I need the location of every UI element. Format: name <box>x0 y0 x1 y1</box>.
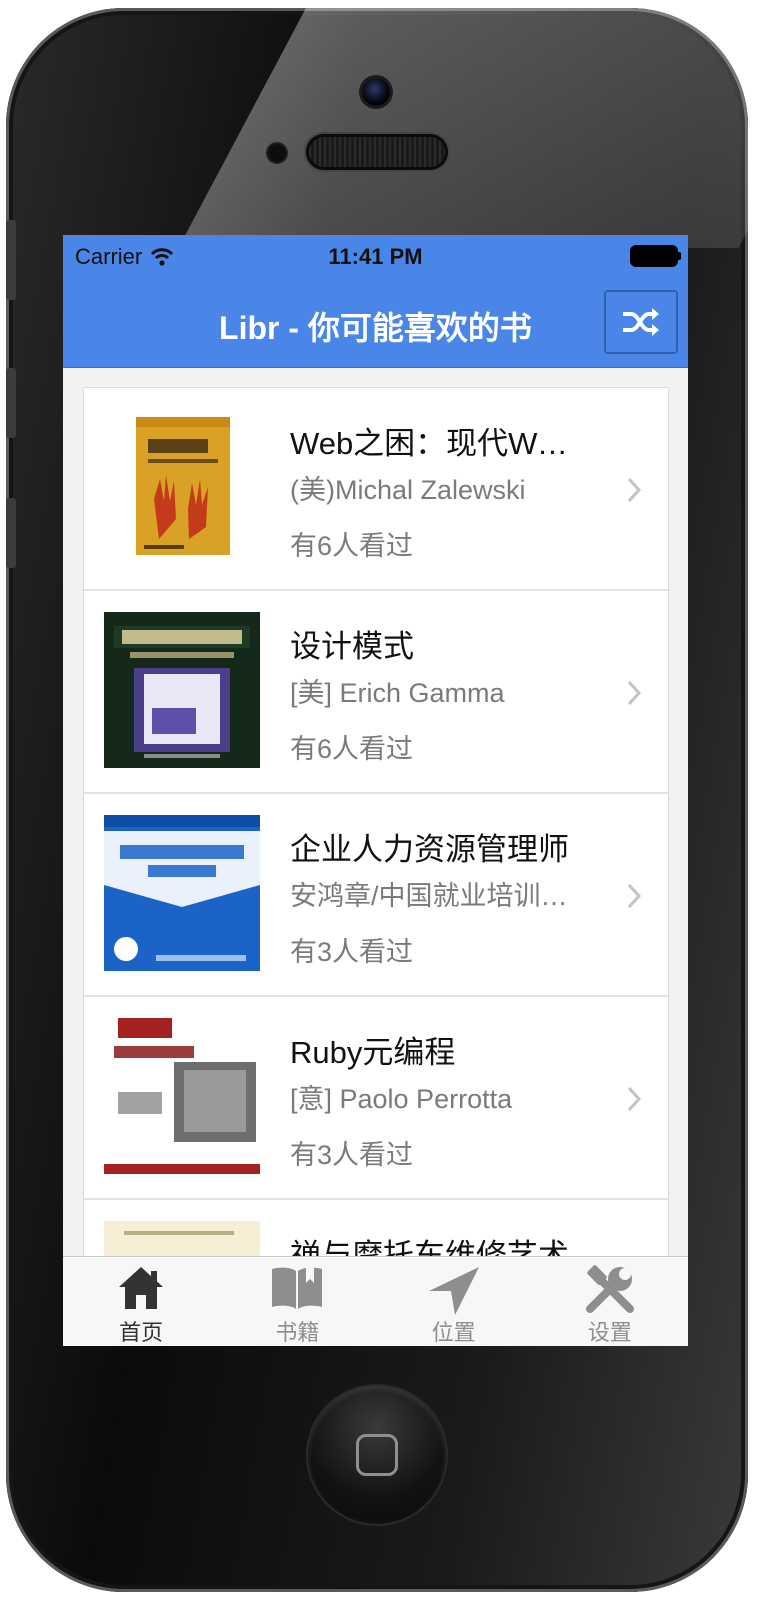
book-title: 设计模式 <box>290 629 414 664</box>
front-camera <box>362 78 390 106</box>
book-title: 禅与摩托车维修艺术 <box>290 1238 569 1256</box>
volume-down-button <box>6 498 16 568</box>
nav-bar: Libr - 你可能喜欢的书 <box>63 279 688 368</box>
shuffle-button[interactable] <box>604 290 678 354</box>
home-icon <box>119 1267 164 1309</box>
chevron-right-icon <box>627 883 642 909</box>
chevron-right-icon <box>627 477 642 503</box>
volume-up-button <box>6 368 16 438</box>
tab-label: 设置 <box>587 1320 632 1345</box>
book-cover <box>104 1221 260 1256</box>
proximity-sensor <box>268 144 286 162</box>
book-view-count: 有3人看过 <box>290 1140 414 1170</box>
book-cover <box>104 409 260 565</box>
mute-switch <box>6 220 16 300</box>
page-title: Libr - 你可能喜欢的书 <box>219 310 532 346</box>
battery-icon <box>632 247 681 265</box>
tab-bar: 首页 书籍 位置 设置 <box>63 1256 688 1346</box>
tab-settings[interactable]: 设置 <box>532 1257 688 1346</box>
phone-frame: Carrier 11:41 PM Libr - 你可能喜欢的书 Web之困：现代… <box>6 8 748 1592</box>
book-title: 企业人力资源管理师 <box>290 832 569 867</box>
chevron-right-icon <box>627 1086 642 1112</box>
book-view-count: 有3人看过 <box>290 937 414 967</box>
book-row[interactable]: Web之困：现代Web应用安全指南 (美)Michal Zalewski 有6人… <box>84 388 668 591</box>
status-bar: Carrier 11:41 PM <box>63 235 688 279</box>
app-screen: Carrier 11:41 PM Libr - 你可能喜欢的书 Web之困：现代… <box>63 235 688 1346</box>
book-author: (美)Michal Zalewski <box>290 475 526 505</box>
book-author: 安鸿章/中国就业培训技术指导中心 <box>290 881 580 911</box>
home-button[interactable] <box>308 1386 446 1524</box>
tools-icon <box>585 1265 634 1313</box>
book-row[interactable]: 企业人力资源管理师 安鸿章/中国就业培训技术指导中心 有3人看过 <box>84 794 668 997</box>
home-button-square <box>356 1434 398 1476</box>
book-list: Web之困：现代Web应用安全指南 (美)Michal Zalewski 有6人… <box>83 387 669 1256</box>
book-row[interactable]: 设计模式 [美] Erich Gamma 有6人看过 <box>84 591 668 794</box>
book-cover <box>104 612 260 768</box>
tab-home[interactable]: 首页 <box>63 1257 219 1346</box>
tab-location[interactable]: 位置 <box>376 1257 532 1346</box>
book-author: [美] Erich Gamma <box>290 678 505 708</box>
screen-glare <box>178 8 748 248</box>
status-time: 11:41 PM <box>328 244 423 269</box>
tab-books[interactable]: 书籍 <box>219 1257 375 1346</box>
tab-label: 首页 <box>119 1320 164 1345</box>
book-row[interactable]: Ruby元编程 [意] Paolo Perrotta 有3人看过 <box>84 997 668 1200</box>
chevron-right-icon <box>627 680 642 706</box>
book-view-count: 有6人看过 <box>290 531 414 561</box>
book-cover <box>104 1018 260 1174</box>
book-row[interactable]: 禅与摩托车维修艺术 <box>84 1200 668 1256</box>
book-author: [意] Paolo Perrotta <box>290 1084 513 1114</box>
shuffle-icon <box>623 308 659 336</box>
book-view-count: 有6人看过 <box>290 734 414 764</box>
earpiece-speaker <box>306 134 448 170</box>
location-arrow-icon <box>428 1267 479 1315</box>
tab-label: 位置 <box>431 1320 476 1345</box>
book-title: Ruby元编程 <box>290 1035 456 1070</box>
book-list-area: Web之困：现代Web应用安全指南 (美)Michal Zalewski 有6人… <box>63 368 688 1256</box>
book-cover <box>104 815 260 971</box>
book-icon <box>272 1267 323 1309</box>
book-title: Web之困：现代Web应用安全指南 <box>290 426 580 461</box>
tab-label: 书籍 <box>275 1320 320 1345</box>
